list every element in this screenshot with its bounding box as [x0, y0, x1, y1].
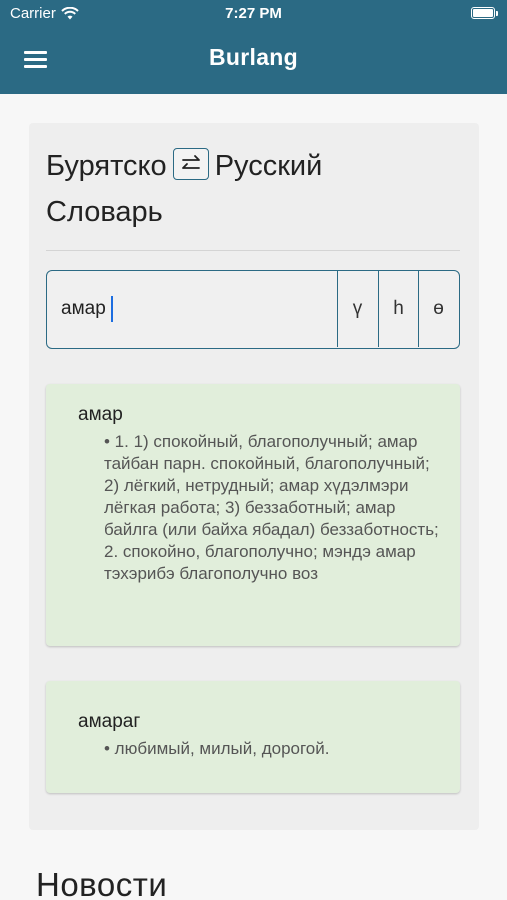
char-button-h[interactable]: һ [378, 271, 418, 347]
result-word: амараг [78, 711, 141, 732]
title-divider [46, 250, 460, 251]
status-time: 7:27 PM [225, 5, 282, 22]
swap-arrows-icon [181, 155, 200, 170]
search-input[interactable] [61, 291, 321, 327]
target-language-label: Русский [214, 150, 323, 182]
text-caret [111, 296, 113, 322]
news-heading: Новости [36, 866, 168, 900]
dictionary-card: Бурятско Русский Словарь ү һ ө амар • 1.… [29, 123, 479, 830]
char-button-o[interactable]: ө [418, 271, 458, 347]
source-language-label: Бурятско [46, 150, 167, 182]
char-button-u[interactable]: ү [337, 271, 377, 347]
swap-languages-button[interactable] [172, 148, 209, 181]
app-title: Burlang [209, 44, 298, 70]
result-card[interactable]: амар • 1. 1) спокойный, благополучный; а… [46, 384, 460, 646]
search-box: ү һ ө [46, 270, 460, 349]
status-bar: Carrier 7:27 PM [0, 0, 507, 28]
dictionary-title: Бурятско Русский Словарь [46, 143, 466, 235]
battery-icon [471, 7, 498, 19]
app-header: Carrier 7:27 PM Burlang [0, 0, 507, 94]
result-card[interactable]: амараг • любимый, милый, дорогой. [46, 681, 460, 793]
dictionary-label: Словарь [46, 196, 163, 228]
result-word: амар [78, 404, 123, 425]
result-definition: • любимый, милый, дорогой. [104, 739, 330, 758]
result-definition: • 1. 1) спокойный, благополучный; амар т… [104, 432, 439, 583]
